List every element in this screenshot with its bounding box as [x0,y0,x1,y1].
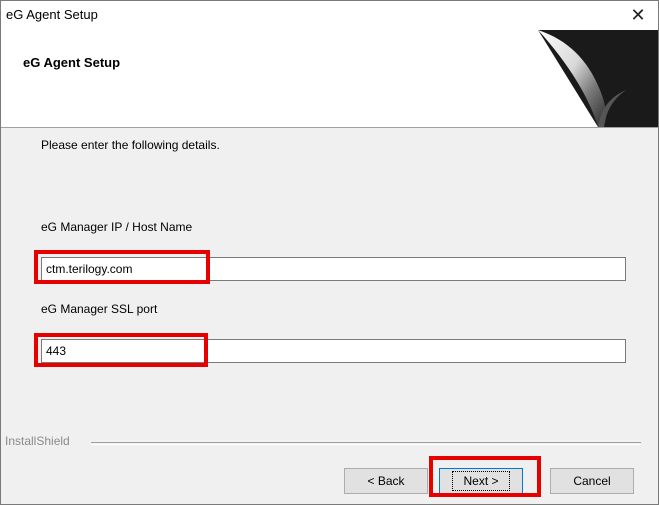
installshield-brand: InstallShield [5,434,76,448]
manager-ip-input[interactable] [41,257,626,281]
manager-ssl-port-label: eG Manager SSL port [41,302,158,316]
back-button-label: < Back [367,474,405,488]
back-button[interactable]: < Back [344,468,428,494]
close-button[interactable]: ✕ [618,1,658,30]
cancel-button-label: Cancel [573,474,611,488]
title-bar: eG Agent Setup ✕ [1,1,658,30]
page-curl-icon [538,30,658,127]
setup-dialog: eG Agent Setup ✕ eG Agent Setup Please e… [0,0,659,505]
header-heading: eG Agent Setup [23,55,121,70]
dialog-header: eG Agent Setup [1,30,658,128]
manager-ssl-port-input[interactable] [41,339,626,363]
window-title: eG Agent Setup [6,7,98,22]
form-area: Please enter the following details. eG M… [1,129,658,429]
cancel-button[interactable]: Cancel [550,468,634,494]
manager-ip-label: eG Manager IP / Host Name [41,220,193,234]
next-button[interactable]: Next > [439,468,523,494]
next-button-label: Next > [452,471,510,491]
instruction-text: Please enter the following details. [41,138,220,152]
close-icon: ✕ [630,5,646,25]
installshield-divider [91,442,641,445]
